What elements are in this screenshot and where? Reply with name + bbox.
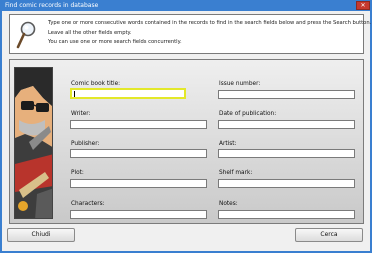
magnifier-icon: [16, 21, 36, 49]
artist-label: Artist:: [219, 141, 237, 147]
shelf-mark-field[interactable]: [218, 179, 355, 188]
dialog-client-area: Type one or more consecutive words conta…: [2, 11, 371, 251]
shelf-mark-label: Shelf mark:: [219, 170, 253, 176]
writer-field[interactable]: [70, 120, 207, 129]
window-title: Find comic records in database: [5, 2, 99, 9]
title-bar[interactable]: Find comic records in database ✕: [0, 0, 372, 11]
comic-book-title-label: Comic book title:: [71, 81, 121, 87]
artist-field[interactable]: [218, 149, 355, 158]
instruction-line: Type one or more consecutive words conta…: [48, 20, 372, 26]
characters-field[interactable]: [70, 210, 207, 219]
instructions-box: Type one or more consecutive words conta…: [9, 14, 371, 54]
comic-cover-image: [14, 67, 53, 219]
publisher-field[interactable]: [70, 149, 207, 158]
window-close-button[interactable]: ✕: [356, 1, 370, 10]
comic-book-title-field[interactable]: [70, 88, 186, 99]
search-fields-panel: Comic book title: Writer: Publisher: Plo…: [9, 59, 364, 224]
close-button[interactable]: Chiudi: [7, 228, 75, 242]
date-of-publication-label: Date of publication:: [219, 111, 277, 117]
plot-label: Plot:: [71, 170, 84, 176]
issue-number-field[interactable]: [218, 90, 355, 99]
date-of-publication-field[interactable]: [218, 120, 355, 129]
find-dialog-window: Find comic records in database ✕ Type on…: [0, 0, 372, 253]
instructions-text: Type one or more consecutive words conta…: [48, 19, 371, 48]
issue-number-label: Issue number:: [219, 81, 261, 87]
plot-field[interactable]: [70, 179, 207, 188]
characters-label: Characters:: [71, 201, 105, 207]
instruction-line: You can use one or more search fields co…: [48, 39, 182, 46]
writer-label: Writer:: [71, 111, 91, 117]
notes-field[interactable]: [218, 210, 355, 219]
notes-label: Notes:: [219, 201, 238, 207]
publisher-label: Publisher:: [71, 141, 100, 147]
text-caret: [74, 91, 75, 97]
instruction-line: Leave all the other fields empty.: [48, 29, 132, 36]
search-button[interactable]: Cerca: [295, 228, 363, 242]
comic-illustration: [15, 68, 52, 218]
